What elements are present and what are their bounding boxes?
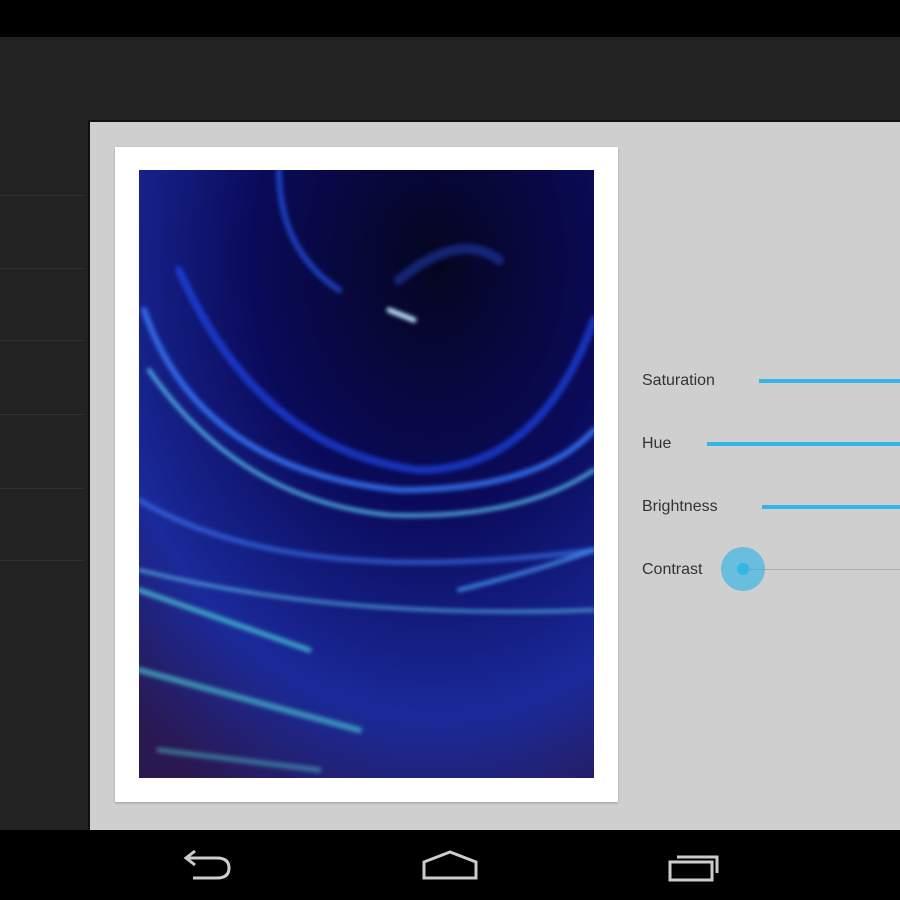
side-list [0,120,90,830]
back-icon[interactable] [177,848,237,884]
brightness-slider[interactable] [762,505,900,509]
hue-label: Hue [642,435,672,452]
action-bar [0,37,900,120]
navigation-bar [0,830,900,900]
home-icon[interactable] [420,848,480,884]
photo-preview [139,170,594,778]
contrast-slider-thumb[interactable] [721,547,765,591]
recent-apps-icon[interactable] [665,848,725,884]
saturation-label: Saturation [642,372,715,389]
saturation-slider[interactable] [759,379,900,383]
image-edit-panel: Saturation Hue Brightness Contrast [88,120,900,830]
list-divider [0,195,84,196]
list-divider [0,414,84,415]
photo-frame [115,147,618,802]
list-divider [0,488,84,489]
list-divider [0,560,84,561]
list-divider [0,268,84,269]
contrast-label: Contrast [642,561,703,578]
contrast-slider[interactable] [743,569,900,570]
status-bar [0,0,900,37]
brightness-label: Brightness [642,498,718,515]
list-divider [0,340,84,341]
hue-slider[interactable] [707,442,900,446]
